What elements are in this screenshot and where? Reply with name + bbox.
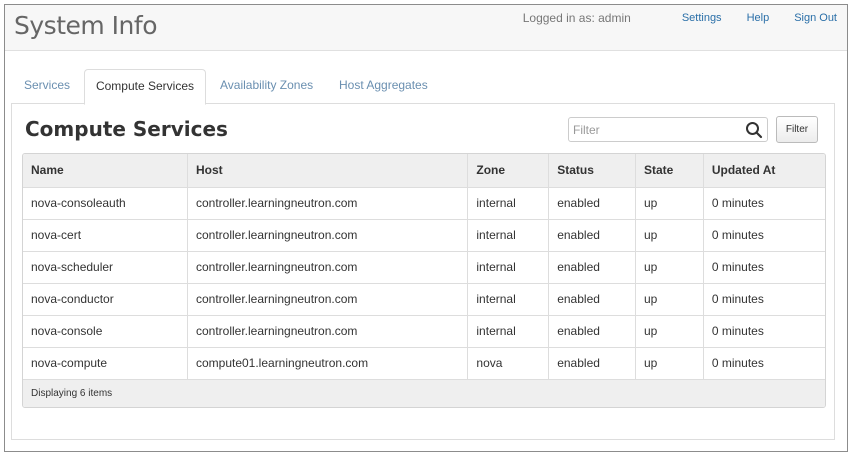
cell-state: up [635, 315, 704, 347]
cell-name: nova-scheduler [23, 251, 188, 283]
cell-host: compute01.learningneutron.com [187, 347, 469, 379]
cell-name: nova-compute [23, 347, 188, 379]
settings-link[interactable]: Settings [682, 11, 722, 25]
user-nav: Logged in as: admin Settings Help Sign O… [523, 11, 837, 25]
cell-updated-at: 0 minutes [711, 260, 764, 274]
table-row: nova-cert controller.learningneutron.com… [23, 219, 825, 251]
table-row: nova-conductor controller.learningneutro… [23, 283, 825, 315]
top-bar: System Info Logged in as: admin Settings… [5, 5, 847, 51]
cell-state: up [635, 283, 704, 315]
cell-host: controller.learningneutron.com [187, 187, 469, 219]
tab-host-aggregates[interactable]: Host Aggregates [339, 69, 428, 104]
cell-updated-at: 0 minutes [711, 324, 764, 338]
cell-name: nova-console [23, 315, 188, 347]
cell-host: controller.learningneutron.com [187, 283, 469, 315]
item-count-label: Displaying 6 items [31, 387, 113, 399]
help-link[interactable]: Help [747, 11, 770, 25]
cell-status: enabled [548, 315, 636, 347]
search-icon[interactable] [745, 121, 763, 139]
cell-zone: nova [467, 347, 550, 379]
cell-status: enabled [548, 187, 636, 219]
sign-out-link[interactable]: Sign Out [794, 11, 837, 25]
table-header-row: Name Host Zone Status State Updated At [23, 154, 825, 187]
column-header-name[interactable]: Name [23, 154, 188, 187]
cell-status: enabled [548, 283, 636, 315]
column-header-host[interactable]: Host [187, 154, 469, 187]
compute-services-table: Name Host Zone Status State Updated At n… [22, 153, 826, 408]
cell-state: up [635, 347, 704, 379]
column-header-updated-at[interactable]: Updated At [703, 154, 825, 187]
cell-status: enabled [548, 251, 636, 283]
cell-zone: internal [467, 315, 550, 347]
cell-zone: internal [467, 187, 550, 219]
tab-bar: Services Compute Services Availability Z… [11, 69, 835, 105]
cell-status: enabled [548, 219, 636, 251]
table-row: nova-consoleauth controller.learningneut… [23, 187, 825, 219]
table-row: nova-console controller.learningneutron.… [23, 315, 825, 347]
logged-in-label: Logged in as: admin [522, 11, 631, 25]
cell-state: up [635, 219, 704, 251]
tab-compute-services[interactable]: Compute Services [84, 69, 206, 105]
filter-input[interactable] [569, 118, 739, 141]
cell-updated-at: 0 minutes [711, 228, 764, 242]
table-row: nova-compute compute01.learningneutron.c… [23, 347, 825, 379]
cell-status: enabled [548, 347, 636, 379]
cell-name: nova-conductor [23, 283, 188, 315]
cell-zone: internal [467, 219, 550, 251]
cell-host: controller.learningneutron.com [187, 219, 469, 251]
filter-field[interactable] [568, 117, 768, 142]
column-header-status[interactable]: Status [548, 154, 636, 187]
cell-updated-at: 0 minutes [711, 356, 764, 370]
cell-state: up [635, 251, 704, 283]
cell-host: controller.learningneutron.com [187, 315, 469, 347]
cell-updated-at: 0 minutes [711, 196, 764, 210]
cell-name: nova-consoleauth [23, 187, 188, 219]
tab-availability-zones[interactable]: Availability Zones [220, 69, 313, 104]
section-title: Compute Services [25, 117, 228, 141]
table-row: nova-scheduler controller.learningneutro… [23, 251, 825, 283]
column-header-state[interactable]: State [635, 154, 704, 187]
cell-name: nova-cert [23, 219, 188, 251]
cell-state: up [635, 187, 704, 219]
table-footer-row: Displaying 6 items [23, 379, 825, 407]
filter-button[interactable]: Filter [776, 116, 818, 143]
cell-zone: internal [467, 283, 550, 315]
cell-host: controller.learningneutron.com [187, 251, 469, 283]
cell-zone: internal [467, 251, 550, 283]
column-header-zone[interactable]: Zone [467, 154, 550, 187]
tab-services[interactable]: Services [24, 69, 70, 104]
page-title: System Info [14, 11, 158, 40]
cell-updated-at: 0 minutes [711, 292, 764, 306]
